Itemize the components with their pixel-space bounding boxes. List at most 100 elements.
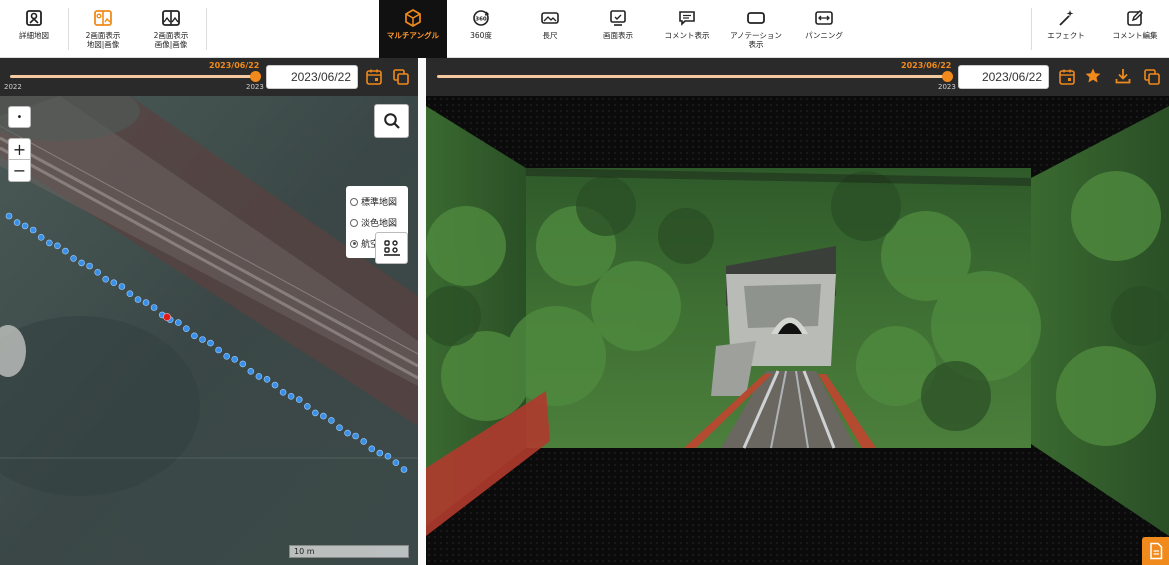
track-point[interactable]	[86, 262, 93, 270]
track-point[interactable]	[247, 367, 255, 375]
layer-option-standard[interactable]: 標準地図	[350, 191, 404, 212]
map-filter-button[interactable]	[375, 232, 408, 264]
download-icon[interactable]	[1114, 67, 1132, 85]
app-root: 詳細地図 2画面表示 地図|画像 2画面表示 画像|画像 マルチアングル 360…	[0, 0, 1169, 565]
toolbar-long-view-button[interactable]: 長尺	[524, 0, 576, 58]
panel-divider[interactable]	[418, 58, 426, 565]
toolbar-comment-edit-button[interactable]: コメント編集	[1106, 0, 1164, 58]
toolbar-separator	[206, 8, 207, 50]
layer-label: 標準地図	[361, 198, 398, 208]
track-point[interactable]	[287, 392, 295, 400]
track-point[interactable]	[37, 234, 45, 241]
track-point[interactable]	[150, 304, 158, 311]
track-point[interactable]	[78, 259, 85, 267]
track-point[interactable]	[199, 336, 206, 343]
track-point[interactable]	[54, 242, 61, 250]
multi-angle-view[interactable]	[426, 96, 1169, 565]
track-point[interactable]	[215, 346, 222, 354]
track-point[interactable]	[70, 255, 77, 262]
track-point[interactable]	[271, 381, 279, 389]
toolbar-multi-angle-button[interactable]: マルチアングル	[379, 0, 447, 58]
track-point[interactable]	[191, 332, 198, 340]
track-point[interactable]	[13, 219, 21, 226]
aerial-map[interactable]: • + − 標準地図 淡色地図 航空写真 10 m	[0, 96, 418, 565]
track-point[interactable]	[392, 459, 400, 467]
toolbar-detail-map-button[interactable]: 詳細地図	[8, 0, 60, 58]
search-icon	[383, 113, 400, 129]
radio-standard[interactable]	[350, 197, 358, 206]
track-point[interactable]	[102, 275, 109, 283]
current-position-marker[interactable]	[163, 313, 171, 321]
track-point[interactable]	[231, 355, 238, 363]
track-point[interactable]	[328, 417, 335, 424]
track-point[interactable]	[126, 290, 134, 297]
toolbar-separator	[1031, 8, 1032, 50]
map-search-button[interactable]	[374, 104, 409, 138]
toolbar-comment-display-button[interactable]: コメント表示	[658, 0, 716, 58]
radio-aerial[interactable]	[350, 239, 358, 248]
toolbar-panning-button[interactable]: パンニング	[796, 0, 852, 58]
toolbar-label: コメント編集	[1112, 31, 1158, 40]
track-point[interactable]	[207, 339, 214, 347]
track-point[interactable]	[5, 212, 13, 220]
toolbar-screen-display-button[interactable]: 画面表示	[592, 0, 644, 58]
track-point[interactable]	[94, 269, 101, 276]
map-date-field[interactable]: 2023/06/22	[266, 65, 358, 89]
toolbar-label: 詳細地図	[19, 31, 49, 40]
track-point[interactable]	[384, 452, 392, 460]
track-point[interactable]	[134, 296, 142, 303]
annotation-box-icon	[747, 12, 765, 24]
track-point[interactable]	[175, 319, 182, 326]
track-point[interactable]	[295, 396, 303, 403]
view-timeline-track[interactable]	[437, 75, 949, 78]
map-timeline-track[interactable]	[10, 75, 258, 78]
track-point[interactable]	[223, 352, 230, 360]
document-button[interactable]	[1142, 537, 1169, 565]
track-point[interactable]	[239, 360, 247, 368]
track-point[interactable]	[263, 375, 271, 383]
track-point[interactable]	[21, 222, 29, 230]
track-point[interactable]	[29, 226, 37, 234]
monitor-check-icon	[610, 10, 626, 26]
locate-button[interactable]: •	[8, 106, 31, 128]
toolbar-split-map-image-button[interactable]: 2画面表示 地図|画像	[74, 0, 132, 58]
track-point[interactable]	[376, 449, 384, 457]
track-point[interactable]	[368, 445, 376, 453]
track-point[interactable]	[183, 325, 190, 332]
track-point[interactable]	[118, 283, 126, 290]
toolbar-split-image-image-button[interactable]: 2画面表示 画像|画像	[142, 0, 200, 58]
track-point[interactable]	[62, 247, 69, 255]
track-point[interactable]	[320, 412, 327, 420]
track-point[interactable]	[344, 429, 351, 437]
track-point[interactable]	[279, 388, 287, 396]
calendar-icon[interactable]	[1058, 68, 1076, 86]
view-timeline-end: 2023	[938, 83, 956, 91]
zoom-out-button[interactable]: −	[8, 160, 31, 182]
copy-icon[interactable]	[392, 68, 410, 86]
track-point[interactable]	[110, 279, 118, 286]
view-date-field[interactable]: 2023/06/22	[958, 65, 1049, 89]
toolbar-separator	[68, 8, 69, 50]
track-point[interactable]	[303, 403, 311, 410]
layer-option-pale[interactable]: 淡色地図	[350, 212, 404, 233]
radio-pale[interactable]	[350, 218, 358, 227]
track-point[interactable]	[360, 438, 368, 445]
track-point[interactable]	[142, 299, 150, 306]
toolbar-annotation-display-button[interactable]: アノテーション 表示	[724, 0, 788, 58]
track-point[interactable]	[311, 409, 319, 417]
map-timeline-knob[interactable]	[250, 71, 261, 82]
zoom-in-button[interactable]: +	[8, 138, 31, 160]
toolbar-effect-button[interactable]: エフェクト	[1040, 0, 1092, 58]
track-point[interactable]	[45, 239, 53, 247]
track-point[interactable]	[400, 466, 408, 473]
map-timeline-start: 2022	[4, 83, 22, 91]
copy-icon[interactable]	[1143, 68, 1161, 86]
track-point[interactable]	[255, 373, 263, 380]
track-point[interactable]	[336, 424, 343, 432]
calendar-icon[interactable]	[365, 68, 383, 86]
track-point[interactable]	[352, 432, 359, 440]
toolbar-360-button[interactable]: 360 360度	[455, 0, 507, 58]
star-icon[interactable]	[1084, 67, 1102, 85]
map-timeline-bar: 2023/06/22 2022 2023 2023/06/22	[0, 58, 418, 96]
view-timeline-knob[interactable]	[942, 71, 953, 82]
